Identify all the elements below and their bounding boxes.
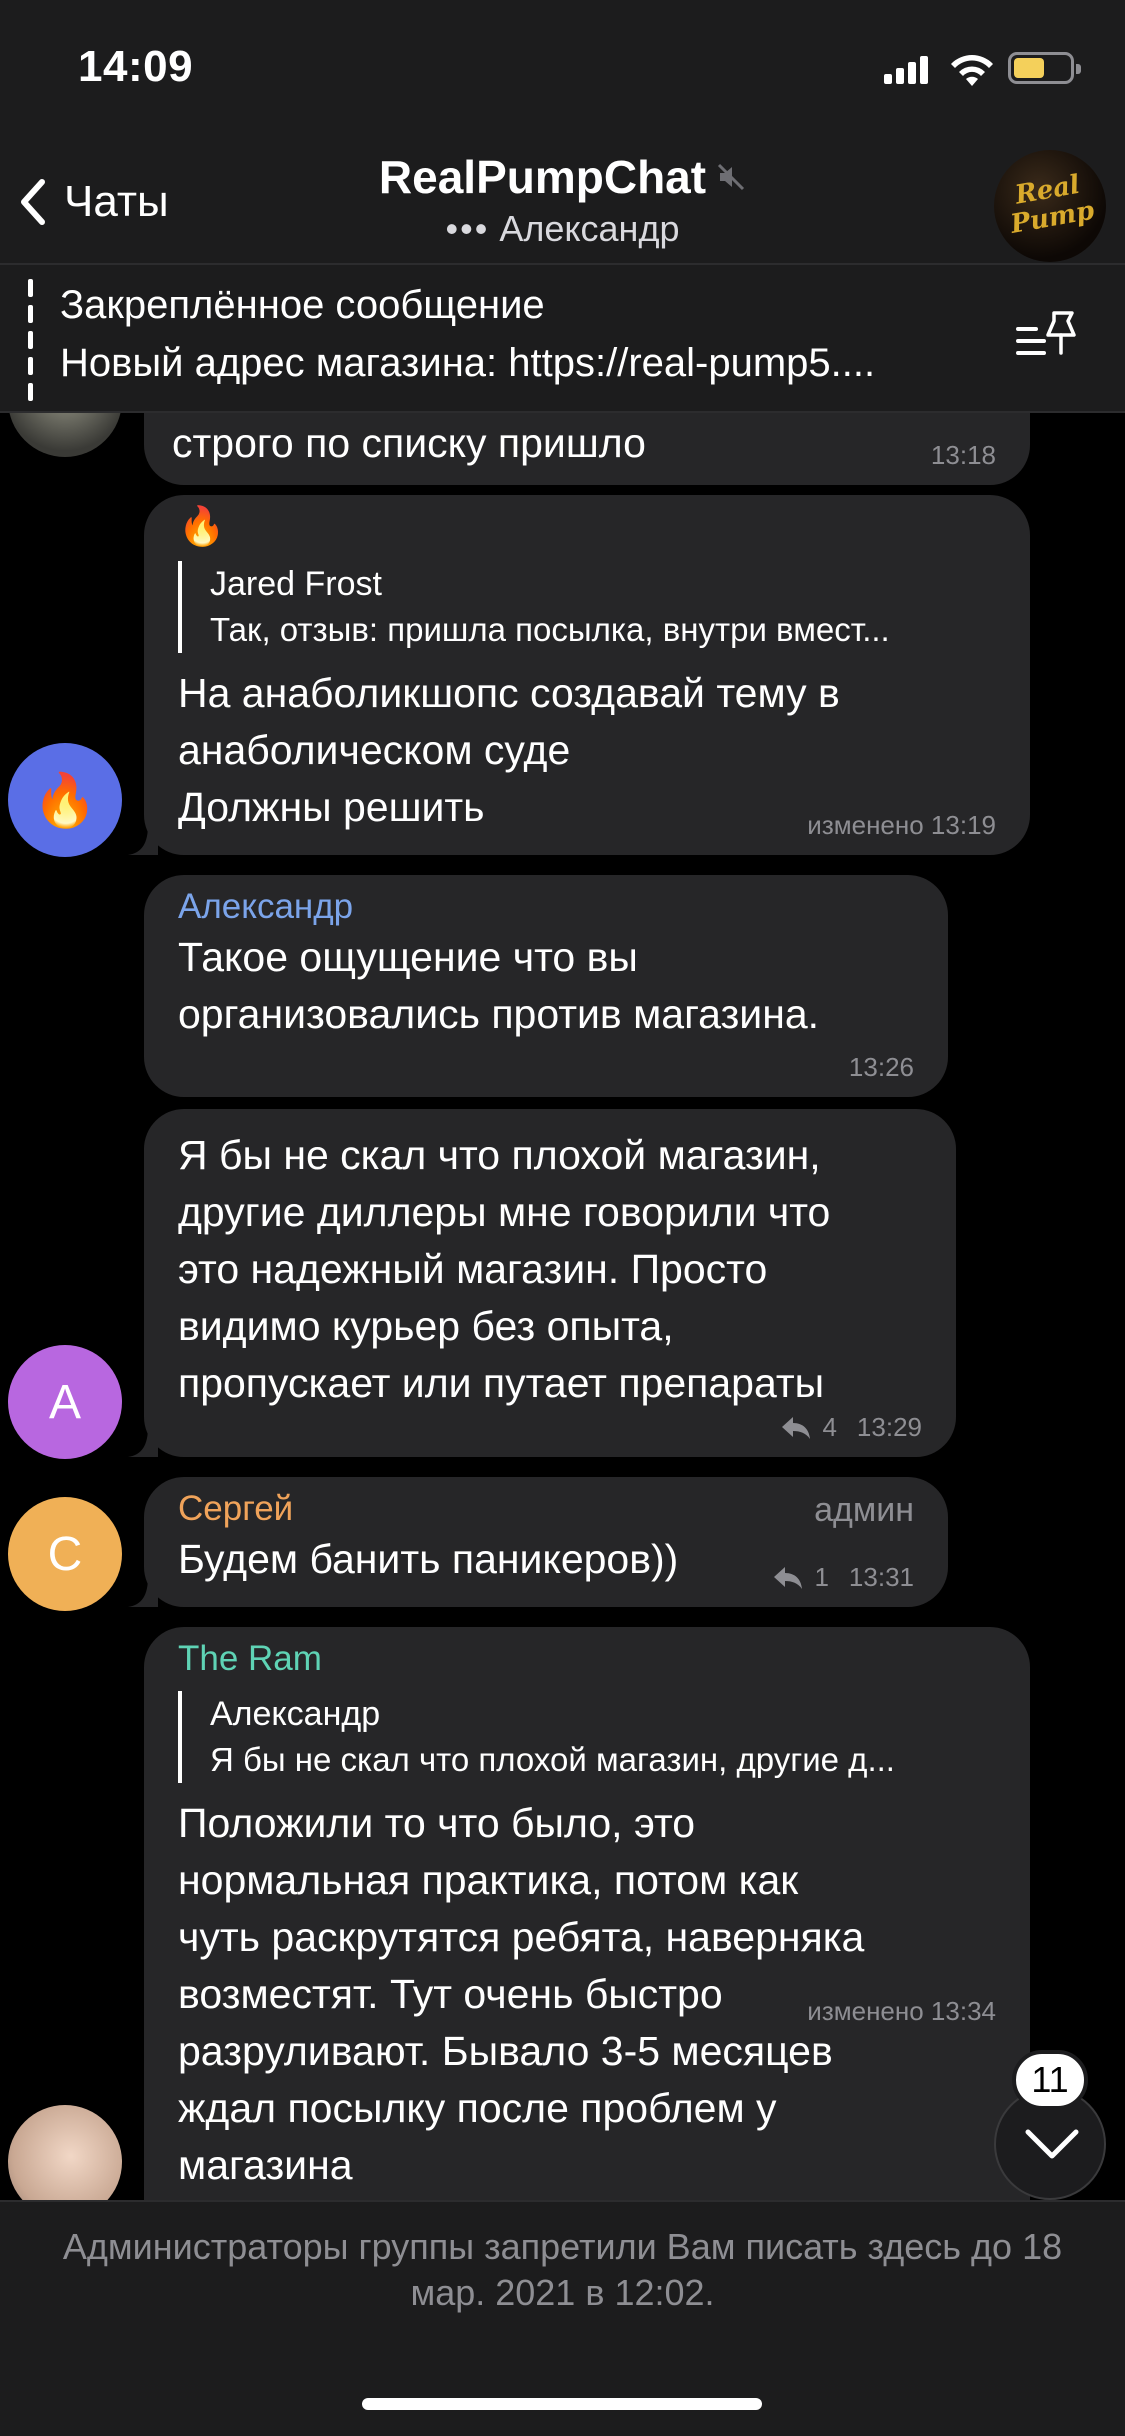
typing-indicator: ••• Александр: [0, 208, 1125, 250]
message-text: Я бы не скал что плохой магазин, другие …: [178, 1132, 831, 1406]
chat-header: Чаты RealPumpChat ••• Александр Real Pump: [0, 140, 1125, 265]
sender-name[interactable]: Александр: [178, 885, 914, 929]
avatar[interactable]: [8, 413, 122, 457]
avatar-fire-emoji: 🔥: [32, 771, 98, 830]
reply-count: 4: [822, 1412, 837, 1442]
avatar-letter: А: [48, 1375, 81, 1429]
status-bar: 14:09: [0, 0, 1125, 140]
pinned-list-icon[interactable]: [1014, 307, 1084, 371]
reply-author: Jared Frost: [210, 565, 382, 603]
admin-badge: админ: [814, 1491, 914, 1529]
sender-name[interactable]: Сергей: [178, 1487, 914, 1531]
typing-dots: •••: [445, 208, 490, 249]
message-time: 13:26: [848, 1052, 914, 1082]
message-bubble[interactable]: строго по списку пришло 13:18: [144, 413, 1030, 485]
reply-arrow-icon: [782, 1416, 811, 1439]
reply-quote[interactable]: Jared Frost Так, отзыв: пришла посылка, …: [178, 561, 996, 653]
chat-avatar[interactable]: Real Pump: [994, 150, 1106, 262]
pinned-title: Закреплённое сообщение: [60, 283, 545, 327]
reply-quote[interactable]: Александр Я бы не скал что плохой магази…: [178, 1691, 996, 1783]
battery-icon: [1008, 52, 1081, 84]
wifi-icon: [951, 55, 993, 86]
chevron-down-icon: [1025, 2129, 1079, 2159]
real-pump-logo: Real Pump: [1008, 169, 1097, 240]
message-bubble[interactable]: Я бы не скал что плохой магазин, другие …: [144, 1109, 956, 1457]
avatar-letter: С: [47, 1527, 83, 1581]
message-time: изменено 13:19: [807, 810, 996, 840]
message-list[interactable]: строго по списку пришло 13:18 🔥 Jared Fr…: [0, 413, 1125, 2200]
avatar[interactable]: [8, 2105, 122, 2200]
muted-speaker-icon: [718, 163, 745, 191]
message-time: 13:18: [930, 440, 996, 470]
bubble-tail: [128, 825, 158, 855]
telegram-chat-screen: 14:09 Чаты RealPumpChat ••• Александр Re…: [0, 0, 1125, 2436]
status-time: 14:09: [78, 42, 194, 91]
pinned-message-bar[interactable]: Закреплённое сообщение Новый адрес магаз…: [0, 265, 1125, 413]
pinned-text: Новый адрес магазина: https://real-pump5…: [60, 341, 876, 385]
message-text: Положили то что было, это нормальная пра…: [178, 1800, 865, 2188]
message-time: изменено 13:34: [807, 1996, 996, 2026]
cellular-signal-icon: [884, 54, 930, 84]
restriction-text: Администраторы группы запретили Вам писа…: [62, 2226, 1063, 2313]
reply-text: Я бы не скал что плохой магазин, другие …: [210, 1741, 895, 1778]
message-bubble[interactable]: Сергей админ Будем банить паникеров)) 1 …: [144, 1477, 948, 1607]
unread-count-badge: 11: [1012, 2050, 1088, 2110]
reply-author: Александр: [210, 1695, 381, 1733]
bubble-tail: [128, 1577, 158, 1607]
pinned-indicator: [28, 279, 33, 401]
home-indicator[interactable]: [362, 2398, 762, 2410]
message-bubble[interactable]: 🔥 Jared Frost Так, отзыв: пришла посылка…: [144, 495, 1030, 855]
chat-title: RealPumpChat: [378, 151, 707, 203]
avatar[interactable]: А: [8, 1345, 122, 1459]
reply-arrow-icon: [774, 1566, 803, 1589]
message-time: 13:31: [848, 1562, 914, 1592]
typing-user: Александр: [499, 208, 680, 249]
message-text: Такое ощущение что вы организовались про…: [178, 934, 820, 1037]
sender-name[interactable]: The Ram: [178, 1637, 996, 1681]
chat-title-block[interactable]: RealPumpChat: [0, 150, 1125, 204]
reply-count: 1: [814, 1562, 829, 1592]
message-text: строго по списку пришло: [172, 420, 646, 466]
avatar[interactable]: 🔥: [8, 743, 122, 857]
message-time: 13:29: [856, 1412, 922, 1442]
bubble-tail: [128, 1427, 158, 1457]
fire-emoji: 🔥: [178, 506, 226, 548]
reply-text: Так, отзыв: пришла посылка, внутри вмест…: [210, 611, 890, 648]
input-restriction-bar: Администраторы группы запретили Вам писа…: [0, 2200, 1125, 2436]
message-bubble[interactable]: Александр Такое ощущение что вы организо…: [144, 875, 948, 1097]
avatar[interactable]: С: [8, 1497, 122, 1611]
message-bubble[interactable]: The Ram Александр Я бы не скал что плохо…: [144, 1627, 1030, 2200]
